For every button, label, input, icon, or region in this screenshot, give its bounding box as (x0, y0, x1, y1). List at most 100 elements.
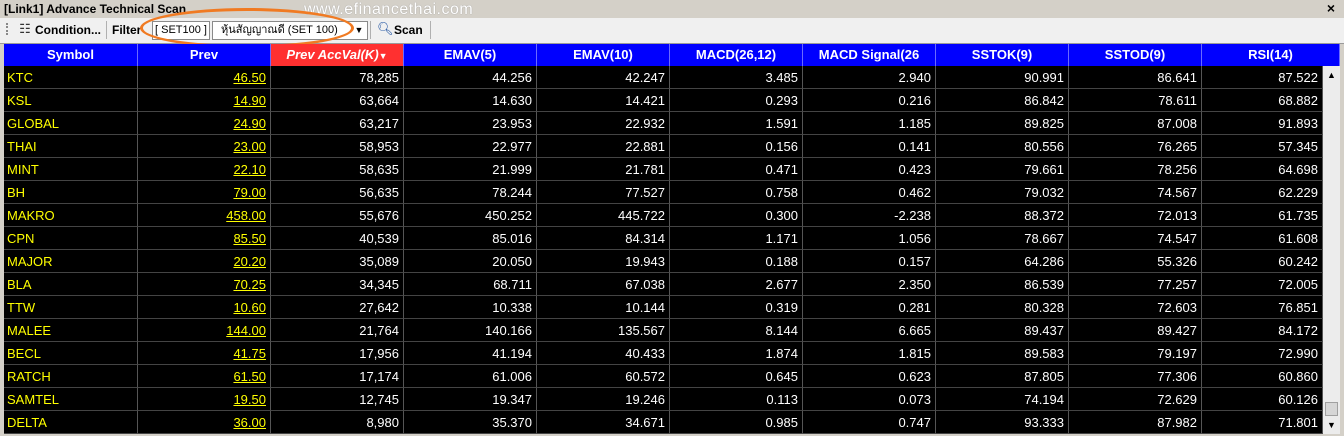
cell-prev[interactable]: 24.90 (138, 112, 271, 135)
cell-symbol: MAKRO (4, 204, 138, 227)
cell-emav5: 41.194 (404, 342, 537, 365)
cell-prev[interactable]: 22.10 (138, 158, 271, 181)
cell-prev-accval: 17,956 (271, 342, 404, 365)
scan-button[interactable]: Scan (394, 20, 423, 40)
cell-sstok: 64.286 (936, 250, 1069, 273)
close-icon[interactable]: × (1324, 1, 1338, 15)
table-row[interactable]: KSL 14.90 63,664 14.630 14.421 0.293 0.216 86.8… (4, 89, 1323, 112)
cell-emav10: 42.247 (537, 66, 670, 89)
cell-symbol: BLA (4, 273, 138, 296)
column-header-prev[interactable]: Prev (138, 44, 271, 66)
table-row[interactable]: RATCH 61.50 17,174 61.006 60.572 0.645 0.623 87… (4, 365, 1323, 388)
column-header-macd-signal[interactable]: MACD Signal(26 (803, 44, 936, 66)
cell-emav5: 35.370 (404, 411, 537, 434)
cell-macd: 0.188 (670, 250, 803, 273)
cell-prev[interactable]: 36.00 (138, 411, 271, 434)
cell-macd-signal: 0.462 (803, 181, 936, 204)
table-row[interactable]: CPN 85.50 40,539 85.016 84.314 1.171 1.056 78.6… (4, 227, 1323, 250)
cell-prev[interactable]: 85.50 (138, 227, 271, 250)
cell-symbol: TTW (4, 296, 138, 319)
cell-prev[interactable]: 23.00 (138, 135, 271, 158)
cell-prev[interactable]: 41.75 (138, 342, 271, 365)
cell-macd-signal: 2.350 (803, 273, 936, 296)
cell-sstod: 74.567 (1069, 181, 1202, 204)
cell-symbol: DELTA (4, 411, 138, 434)
table-row[interactable]: TTW 10.60 27,642 10.338 10.144 0.319 0.281 80.3… (4, 296, 1323, 319)
cell-prev-accval: 35,089 (271, 250, 404, 273)
cell-rsi: 60.126 (1202, 388, 1323, 411)
cell-macd-signal: 0.623 (803, 365, 936, 388)
filter-field[interactable]: [ SET100 ] (152, 21, 210, 40)
cell-emav5: 19.347 (404, 388, 537, 411)
column-header-sstod[interactable]: SSTOD(9) (1069, 44, 1202, 66)
cell-emav5: 21.999 (404, 158, 537, 181)
cell-prev[interactable]: 458.00 (138, 204, 271, 227)
cell-prev[interactable]: 20.20 (138, 250, 271, 273)
cell-macd-signal: 0.747 (803, 411, 936, 434)
table-row[interactable]: BECL 41.75 17,956 41.194 40.433 1.874 1.815 89.… (4, 342, 1323, 365)
cell-prev-accval: 12,745 (271, 388, 404, 411)
filter-label: Filter (112, 23, 142, 37)
table-row[interactable]: KTC 46.50 78,285 44.256 42.247 3.485 2.940 90.9… (4, 66, 1323, 89)
cell-macd: 8.144 (670, 319, 803, 342)
column-header-emav5[interactable]: EMAV(5) (404, 44, 537, 66)
cell-macd-signal: 6.665 (803, 319, 936, 342)
cell-prev[interactable]: 10.60 (138, 296, 271, 319)
cell-prev[interactable]: 144.00 (138, 319, 271, 342)
toolbar-grip[interactable] (6, 23, 16, 35)
toolbar-separator (370, 21, 371, 39)
scan-results-grid: Symbol Prev Prev AccVal(K)▼ EMAV(5) EMAV(10)… (4, 44, 1340, 434)
cell-sstod: 87.982 (1069, 411, 1202, 434)
cell-prev[interactable]: 14.90 (138, 89, 271, 112)
cell-emav5: 44.256 (404, 66, 537, 89)
column-header-macd[interactable]: MACD(26,12) (670, 44, 803, 66)
column-header-label: Prev AccVal(K) (286, 47, 379, 62)
cell-sstok: 78.667 (936, 227, 1069, 250)
table-row[interactable]: GLOBAL 24.90 63,217 23.953 22.932 1.591 1.185 8… (4, 112, 1323, 135)
table-row[interactable]: BH 79.00 56,635 78.244 77.527 0.758 0.462 79.03… (4, 181, 1323, 204)
table-row[interactable]: MALEE 144.00 21,764 140.166 135.567 8.144 6.66… (4, 319, 1323, 342)
column-header-emav10[interactable]: EMAV(10) (537, 44, 670, 66)
cell-prev[interactable]: 70.25 (138, 273, 271, 296)
table-row[interactable]: DELTA 36.00 8,980 35.370 34.671 0.985 0.747 93.… (4, 411, 1323, 434)
scroll-thumb[interactable] (1325, 402, 1338, 416)
cell-symbol: GLOBAL (4, 112, 138, 135)
grid-settings-icon[interactable]: ☷ (17, 21, 33, 37)
column-header-symbol[interactable]: Symbol (4, 44, 138, 66)
grid-body: KTC 46.50 78,285 44.256 42.247 3.485 2.940 90.9… (4, 66, 1323, 434)
cell-symbol: KSL (4, 89, 138, 112)
cell-symbol: KTC (4, 66, 138, 89)
cell-prev[interactable]: 46.50 (138, 66, 271, 89)
table-row[interactable]: SAMTEL 19.50 12,745 19.347 19.246 0.113 0.073 7… (4, 388, 1323, 411)
signal-combo[interactable]: หุ้นสัญญาณดี (SET 100) ▼ (212, 21, 368, 40)
scroll-down-icon[interactable]: ▼ (1323, 418, 1340, 432)
magnifier-icon[interactable]: 🔍︎ (377, 22, 394, 36)
cell-macd-signal: 0.423 (803, 158, 936, 181)
vertical-scrollbar[interactable]: ▲ ▼ (1323, 66, 1340, 434)
cell-sstok: 89.583 (936, 342, 1069, 365)
cell-rsi: 57.345 (1202, 135, 1323, 158)
cell-prev[interactable]: 19.50 (138, 388, 271, 411)
cell-macd: 0.113 (670, 388, 803, 411)
cell-emav5: 22.977 (404, 135, 537, 158)
table-row[interactable]: THAI 23.00 58,953 22.977 22.881 0.156 0.141 80.… (4, 135, 1323, 158)
table-row[interactable]: MAJOR 20.20 35,089 20.050 19.943 0.188 0.157 64… (4, 250, 1323, 273)
column-header-prev-accval[interactable]: Prev AccVal(K)▼ (271, 44, 404, 66)
scroll-up-icon[interactable]: ▲ (1323, 68, 1340, 82)
cell-macd: 1.591 (670, 112, 803, 135)
cell-symbol: BH (4, 181, 138, 204)
table-row[interactable]: MAKRO 458.00 55,676 450.252 445.722 0.300 -2.2… (4, 204, 1323, 227)
cell-sstok: 87.805 (936, 365, 1069, 388)
cell-macd: 0.645 (670, 365, 803, 388)
table-row[interactable]: BLA 70.25 34,345 68.711 67.038 2.677 2.350 86.5… (4, 273, 1323, 296)
cell-macd: 1.874 (670, 342, 803, 365)
cell-prev[interactable]: 79.00 (138, 181, 271, 204)
table-row[interactable]: MINT 22.10 58,635 21.999 21.781 0.471 0.423 79.… (4, 158, 1323, 181)
condition-button[interactable]: Condition... (35, 20, 101, 40)
cell-symbol: CPN (4, 227, 138, 250)
cell-prev[interactable]: 61.50 (138, 365, 271, 388)
column-header-rsi[interactable]: RSI(14) (1202, 44, 1340, 66)
cell-rsi: 87.522 (1202, 66, 1323, 89)
dropdown-arrow-icon[interactable]: ▼ (353, 22, 365, 39)
column-header-sstok[interactable]: SSTOK(9) (936, 44, 1069, 66)
